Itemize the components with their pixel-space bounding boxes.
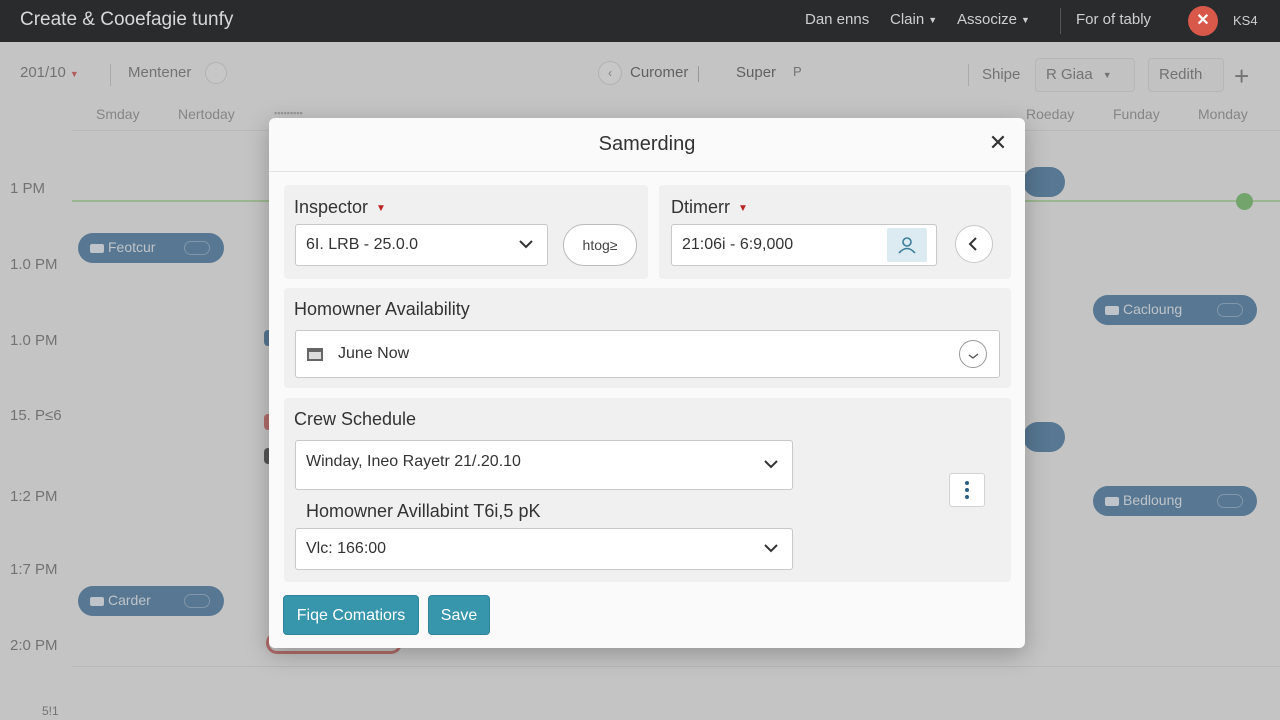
calendar-icon bbox=[307, 348, 323, 361]
topnav-item-associze[interactable]: Associze ▼ bbox=[957, 11, 1030, 28]
availability-label: Homowner Availability bbox=[294, 299, 470, 319]
top-bar: Create & Cooefagie tunfy Dan enns Clain ▼… bbox=[0, 0, 1280, 42]
dialog-title: Samerding bbox=[598, 133, 696, 155]
topnav-label: Clain bbox=[890, 11, 925, 28]
app-title: Create & Cooefagie tunfy bbox=[20, 9, 234, 30]
crew-schedule-value: Winday, Ineo Rayetr 21/.20.10 bbox=[306, 453, 521, 470]
availability-field[interactable]: June Now bbox=[295, 330, 1000, 378]
user-lookup-icon[interactable] bbox=[887, 228, 927, 262]
clock-icon[interactable] bbox=[959, 340, 987, 368]
inspector-action-button[interactable]: htog≥ bbox=[563, 224, 637, 266]
save-button[interactable]: Save bbox=[428, 595, 490, 635]
close-icon[interactable]: ✕ bbox=[983, 128, 1013, 158]
topnav-label: Dan enns bbox=[805, 11, 870, 28]
clock-hands-icon bbox=[968, 353, 979, 359]
more-options-icon[interactable] bbox=[949, 473, 985, 507]
divider bbox=[1060, 8, 1061, 34]
inspector-label: Inspector ▼ bbox=[294, 197, 386, 218]
chevron-down-icon bbox=[764, 544, 778, 553]
caret-down-icon: ▼ bbox=[928, 15, 938, 26]
caret-down-icon: ▼ bbox=[1021, 15, 1030, 26]
previous-button[interactable] bbox=[955, 225, 993, 263]
required-marker: ▼ bbox=[376, 202, 386, 214]
availability-value: June Now bbox=[338, 345, 410, 362]
topnav-item-clain[interactable]: Clain ▼ bbox=[890, 11, 937, 28]
confirm-button[interactable]: Fiqe Comatiors bbox=[283, 595, 419, 635]
inspector-value: 6I. LRB - 25.0.0 bbox=[306, 236, 419, 253]
availability-panel: Homowner Availability June Now bbox=[284, 288, 1011, 388]
kebab-dots-icon bbox=[965, 481, 969, 499]
topnav-label: Associze bbox=[957, 11, 1018, 28]
crew-availability-select[interactable]: Vlc: 166:00 bbox=[295, 528, 793, 570]
chevron-down-icon bbox=[519, 240, 533, 249]
dtimerr-label-text: Dtimerr bbox=[671, 197, 730, 217]
topnav-item-for-of-tably[interactable]: For of tably bbox=[1076, 11, 1151, 28]
scheduling-dialog: Samerding ✕ Inspector ▼ 6I. LRB - 25.0.0 … bbox=[269, 118, 1025, 648]
person-icon bbox=[898, 237, 916, 254]
topnav-item-dan-enns[interactable]: Dan enns bbox=[805, 11, 869, 28]
topnav-label: For of tably bbox=[1076, 11, 1152, 28]
dtimerr-panel: Dtimerr ▼ 21:06i - 6:9,000 bbox=[659, 185, 1011, 279]
crew-schedule-select[interactable]: Winday, Ineo Rayetr 21/.20.10 bbox=[295, 440, 793, 490]
inspector-label-text: Inspector bbox=[294, 197, 369, 217]
dtimerr-label: Dtimerr ▼ bbox=[671, 197, 748, 218]
chevron-down-icon bbox=[764, 460, 778, 469]
avatar[interactable]: ✕ bbox=[1188, 6, 1218, 36]
crew-availability-label: Homowner Avillabint T6i,5 pK bbox=[306, 501, 541, 521]
user-code: KS4 bbox=[1233, 13, 1258, 28]
inspector-panel: Inspector ▼ 6I. LRB - 25.0.0 htog≥ bbox=[284, 185, 648, 279]
crew-availability-value: Vlc: 166:00 bbox=[306, 540, 387, 557]
crew-schedule-panel: Crew Schedule Winday, Ineo Rayetr 21/.20… bbox=[284, 398, 1011, 582]
chevron-left-icon bbox=[968, 237, 977, 251]
dtimerr-input[interactable]: 21:06i - 6:9,000 bbox=[671, 224, 937, 266]
crew-schedule-label: Crew Schedule bbox=[294, 409, 417, 429]
required-marker: ▼ bbox=[738, 202, 748, 214]
dtimerr-value: 21:06i - 6:9,000 bbox=[682, 236, 794, 253]
inspector-select[interactable]: 6I. LRB - 25.0.0 bbox=[295, 224, 548, 266]
dialog-header: Samerding ✕ bbox=[269, 118, 1025, 172]
